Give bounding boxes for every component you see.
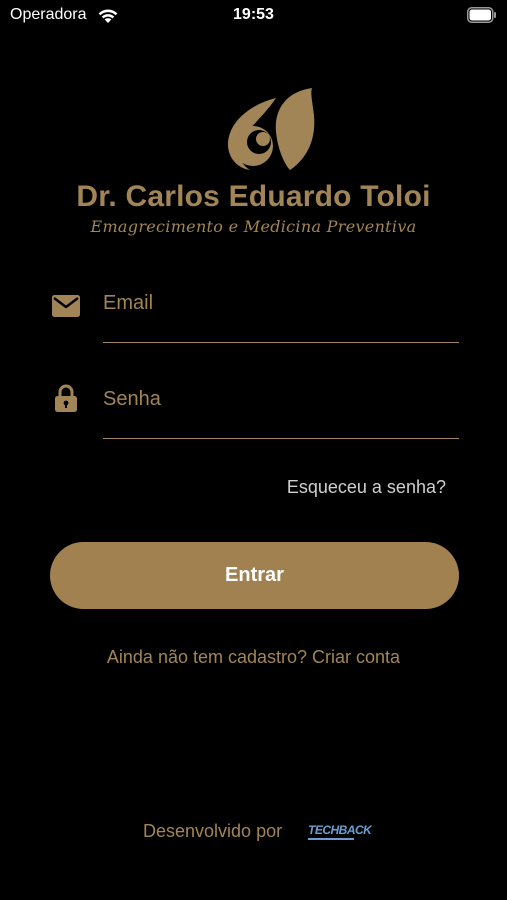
password-field[interactable] <box>50 379 459 439</box>
status-bar: Operadora 19:53 <box>0 0 507 32</box>
mail-icon <box>52 295 80 317</box>
password-underline <box>103 438 459 439</box>
developer-logo-underline <box>308 838 354 840</box>
lock-icon <box>55 384 77 412</box>
clinic-logo-icon <box>227 88 315 170</box>
password-input[interactable] <box>103 385 459 413</box>
forgot-password-link[interactable]: Esqueceu a senha? <box>287 477 446 498</box>
create-account-link[interactable]: Ainda não tem cadastro? Criar conta <box>0 647 507 668</box>
developed-by-label: Desenvolvido por <box>143 821 283 841</box>
developer-logo[interactable]: TECHBACK <box>308 823 372 843</box>
email-underline <box>103 342 459 343</box>
clinic-name: Dr. Carlos Eduardo Toloi <box>76 180 431 213</box>
email-field[interactable] <box>50 283 459 343</box>
battery-icon <box>467 7 496 23</box>
developer-logo-text: TECHBACK <box>308 823 372 837</box>
email-input[interactable] <box>103 289 459 317</box>
login-button[interactable]: Entrar <box>50 542 459 609</box>
status-time: 19:53 <box>233 6 274 23</box>
clinic-tagline: Emagrecimento e Medicina Preventiva <box>90 217 417 236</box>
